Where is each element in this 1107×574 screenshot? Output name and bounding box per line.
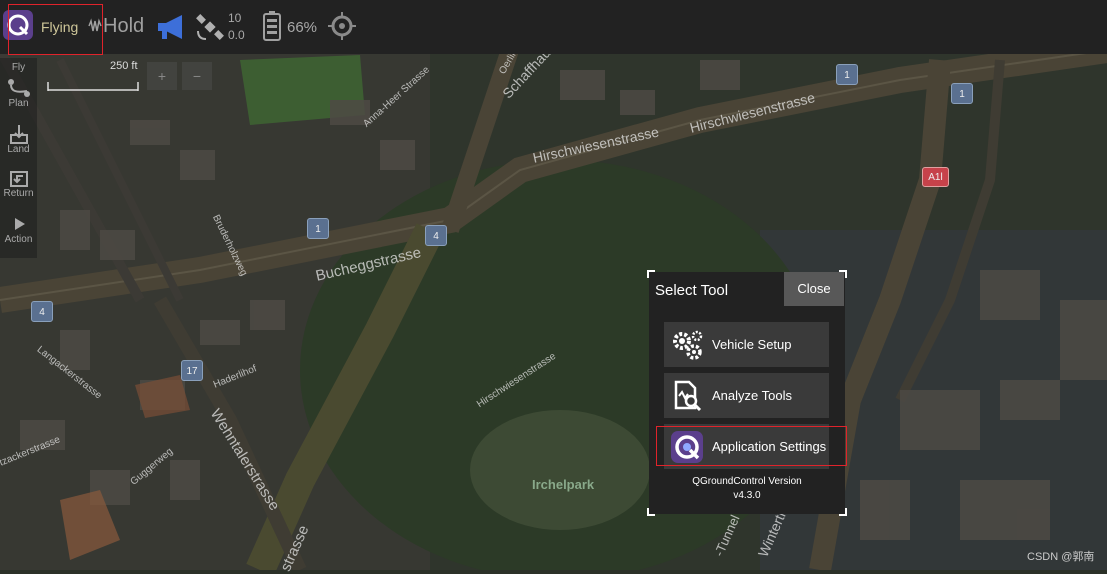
road-badge: 4 (425, 225, 447, 246)
return-icon (9, 171, 28, 187)
select-tool-dialog: Select Tool Close Vehicle Setup Analyze … (647, 270, 847, 516)
top-toolbar: Flying Hold 10 0.0 66% (0, 0, 1107, 54)
tool-strip: Fly Plan Land Return Action (0, 58, 37, 258)
version-label: QGroundControl Version (692, 476, 802, 487)
road-badge: 17 (181, 360, 203, 381)
plan-route-icon (7, 79, 30, 97)
tool-label: Return (3, 188, 34, 199)
motorway-badge: A1l (922, 167, 949, 187)
dialog-corner (647, 508, 655, 516)
road-badge: 1 (951, 83, 973, 104)
dialog-title: Select Tool (655, 282, 729, 299)
flight-mode-selector[interactable]: Hold (103, 15, 144, 38)
analyze-document-icon (674, 380, 702, 412)
tool-label: Plan (8, 98, 29, 109)
tool-land[interactable]: Land (0, 124, 37, 155)
park-label: Irchelpark (532, 477, 595, 492)
road-badge: 1 (836, 64, 858, 85)
tool-label: Land (7, 144, 30, 155)
land-icon (9, 125, 28, 144)
satellite-icon[interactable] (196, 13, 224, 41)
megaphone-icon[interactable] (156, 13, 188, 41)
zoom-out-button[interactable]: − (182, 62, 212, 90)
watermark: CSDN @郭南 (1027, 551, 1095, 563)
highlight-box-settings (656, 426, 847, 466)
battery-percent: 66% (287, 19, 318, 36)
version-number: v4.3.0 (733, 490, 761, 501)
highlight-box-logo (8, 4, 103, 55)
road-badge: 4 (31, 301, 53, 322)
scale-label: 250 ft (110, 60, 138, 72)
road-badge: 1 (307, 218, 329, 239)
tool-label: Action (4, 234, 33, 245)
tool-label: Fly (11, 62, 26, 73)
button-label: Analyze Tools (712, 388, 792, 403)
close-button[interactable]: Close (784, 272, 844, 306)
tool-action[interactable]: Action (0, 214, 37, 245)
tool-plan[interactable]: Plan (0, 78, 37, 109)
battery-icon[interactable] (263, 11, 281, 41)
dialog-corner (839, 508, 847, 516)
dialog-corner (647, 270, 655, 278)
tool-fly[interactable]: Fly (0, 62, 37, 73)
vehicle-setup-button[interactable]: Vehicle Setup (664, 322, 829, 367)
button-label: Vehicle Setup (712, 337, 792, 352)
gps-satellite-count: 10 (228, 11, 242, 25)
play-icon (14, 218, 25, 230)
zoom-in-button[interactable]: + (147, 62, 177, 90)
gears-icon (673, 330, 703, 360)
analyze-tools-button[interactable]: Analyze Tools (664, 373, 829, 418)
tool-return[interactable]: Return (0, 168, 37, 199)
rc-rssi-icon[interactable] (328, 12, 356, 40)
gps-hdop: 0.0 (228, 28, 245, 42)
